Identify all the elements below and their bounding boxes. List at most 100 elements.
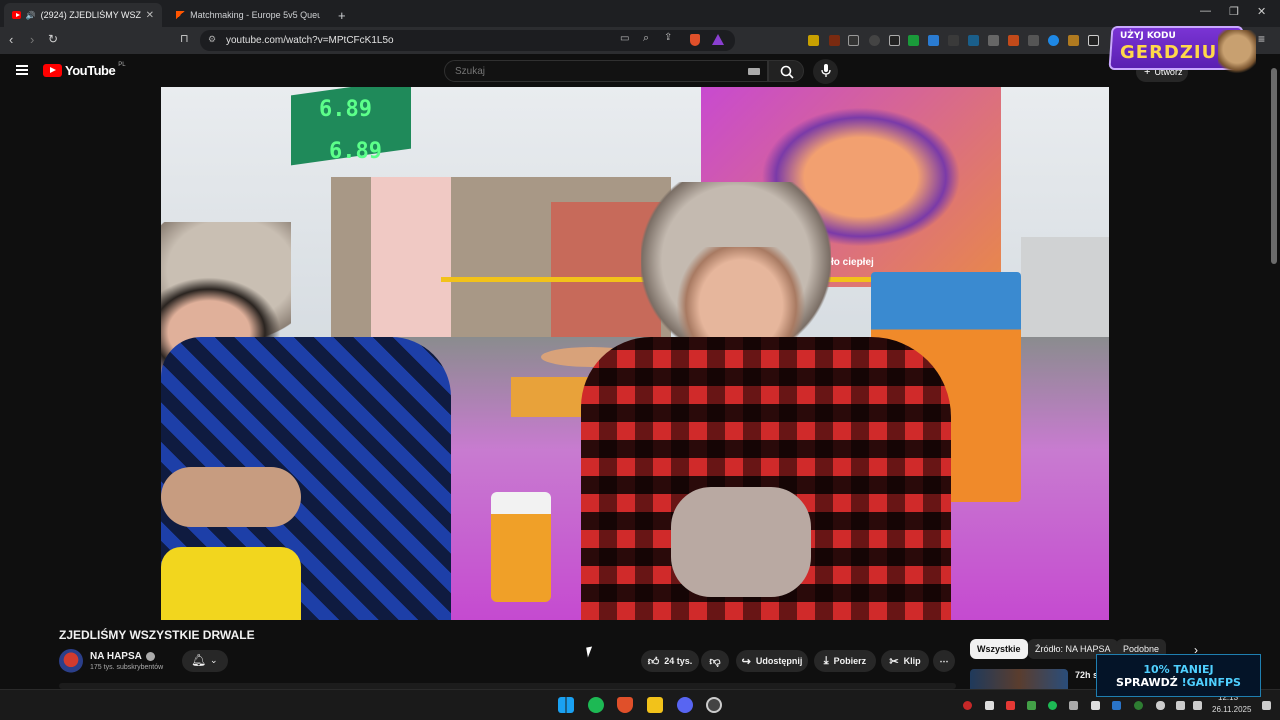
extension-icon[interactable]	[1068, 35, 1079, 46]
url-text: youtube.com/watch?v=MPtCFcK1L5o	[226, 35, 394, 46]
search-button[interactable]	[768, 60, 804, 82]
tray-app-icon[interactable]	[1091, 701, 1100, 710]
mouse-cursor-icon	[586, 646, 594, 658]
spotify-icon[interactable]	[588, 697, 604, 713]
extension-icon[interactable]	[948, 35, 959, 46]
promo-line2: GERDZIU	[1120, 42, 1218, 63]
brave-rewards-icon[interactable]	[712, 34, 724, 45]
browser-menu-icon[interactable]: ≡	[1258, 32, 1265, 46]
extension-icon[interactable]	[908, 35, 919, 46]
extension-icon[interactable]	[1008, 35, 1019, 46]
menu-icon[interactable]	[16, 65, 28, 75]
minimize-icon[interactable]: —	[1200, 5, 1211, 17]
share-page-icon[interactable]: ⇪	[664, 32, 672, 43]
notification-icon[interactable]	[1262, 701, 1271, 710]
bookmark-icon[interactable]: ⊓	[180, 32, 189, 45]
browser-tab-strip: 🔊 (2924) ZJEDLIŚMY WSZYSTKI ✕ Matchmakin…	[0, 0, 1280, 27]
extension-icon[interactable]	[1088, 35, 1099, 46]
share-label: Udostępnij	[755, 656, 803, 666]
zoom-icon[interactable]: ⌕	[643, 32, 649, 45]
tray-microphone-icon[interactable]	[1156, 701, 1165, 710]
forward-icon[interactable]: ›	[30, 32, 34, 47]
clip-button[interactable]: ✂ Klip	[881, 650, 929, 672]
clock-date[interactable]: 26.11.2025	[1212, 705, 1251, 714]
address-bar[interactable]: ⚙ youtube.com/watch?v=MPtCFcK1L5o ▭ ⌕ ⇪	[200, 30, 735, 51]
brave-browser-icon[interactable]	[617, 697, 633, 713]
extension-icon[interactable]	[848, 35, 859, 46]
keyboard-icon[interactable]	[748, 68, 760, 75]
extension-icon[interactable]	[808, 35, 819, 46]
like-button[interactable]: 👍︎ 24 tys.	[641, 650, 699, 672]
promo-prefix: SPRAWDŹ	[1116, 676, 1178, 689]
extension-icon[interactable]	[928, 35, 939, 46]
tray-volume-icon[interactable]	[1193, 701, 1202, 710]
recommendation-title[interactable]: 72h s	[1075, 670, 1098, 680]
tab-label: (2924) ZJEDLIŚMY WSZYSTKI	[40, 10, 141, 20]
gainfps-overlay: 10% TANIEJ SPRAWDŹ !GAINFPS	[1096, 654, 1261, 697]
close-tab-icon[interactable]: ✕	[146, 10, 154, 21]
share-icon: ↪	[741, 655, 751, 668]
search-input[interactable]	[444, 60, 768, 82]
logo-text: YouTube	[65, 63, 116, 78]
tray-app-icon[interactable]	[1134, 701, 1143, 710]
brave-shield-icon[interactable]	[690, 34, 700, 46]
windows-start-icon[interactable]	[558, 697, 574, 713]
youtube-logo[interactable]: YouTube PL	[43, 62, 126, 78]
extension-icon[interactable]	[829, 35, 840, 46]
extension-icon[interactable]	[1028, 35, 1039, 46]
share-button[interactable]: ↪ Udostępnij	[736, 650, 808, 672]
tray-app-icon[interactable]	[963, 701, 972, 710]
video-player[interactable]: 6.89 6.89 ciepło ciepłej	[161, 87, 1109, 620]
reload-icon[interactable]: ↻	[48, 32, 58, 46]
tab-faceit[interactable]: Matchmaking - Europe 5v5 Queue -	[168, 3, 328, 27]
goat-mascot-icon	[1218, 30, 1256, 78]
site-settings-icon[interactable]: ⚙	[208, 34, 216, 45]
download-button[interactable]: ⤓ Pobierz	[814, 650, 876, 672]
tray-steam-icon[interactable]	[1112, 701, 1121, 710]
extension-icon[interactable]	[889, 35, 900, 46]
more-actions-button[interactable]: ⋯	[933, 650, 955, 672]
tab-youtube[interactable]: 🔊 (2924) ZJEDLIŚMY WSZYSTKI ✕	[4, 3, 162, 27]
voice-search-button[interactable]	[813, 59, 838, 84]
download-label: Pobierz	[833, 656, 867, 666]
discord-icon[interactable]	[677, 697, 693, 713]
price-digits-bottom: 6.89	[329, 139, 382, 164]
tray-app-icon[interactable]	[1006, 701, 1015, 710]
notification-bell-button[interactable]: 🔔︎ ⌄	[182, 650, 228, 672]
cast-icon[interactable]: ▭	[620, 33, 629, 44]
extension-icon[interactable]	[968, 35, 979, 46]
extension-icon[interactable]	[869, 35, 880, 46]
close-window-icon[interactable]: ✕	[1257, 5, 1266, 18]
tray-app-icon[interactable]	[985, 701, 994, 710]
tray-spotify-icon[interactable]	[1048, 701, 1057, 710]
scrollbar[interactable]	[1271, 68, 1277, 264]
bell-icon: 🔔︎	[191, 653, 207, 667]
price-digits-top: 6.89	[319, 97, 372, 122]
chip-all[interactable]: Wszystkie	[970, 639, 1028, 659]
drink-cup	[491, 492, 551, 602]
channel-avatar[interactable]	[59, 649, 83, 673]
back-icon[interactable]: ‹	[9, 32, 13, 47]
speaker-icon[interactable]: 🔊	[26, 11, 36, 20]
file-explorer-icon[interactable]	[647, 697, 663, 713]
thumbs-down-icon: 👎︎	[709, 655, 721, 668]
yellow-tray	[161, 547, 301, 620]
recommendation-thumbnail[interactable]	[970, 669, 1068, 689]
faceit-client-icon[interactable]	[706, 697, 722, 713]
dislike-button[interactable]: 👎︎	[701, 650, 729, 672]
maximize-icon[interactable]: ❐	[1229, 5, 1239, 18]
scissors-icon: ✂	[889, 655, 899, 668]
extension-icon[interactable]	[988, 35, 999, 46]
extension-icon[interactable]	[1048, 35, 1059, 46]
discount-text: 10% TANIEJ	[1143, 663, 1214, 676]
clip-label: Klip	[903, 656, 921, 666]
channel-name[interactable]: NA HAPSA	[90, 651, 155, 662]
windows-taskbar: 12:13 26.11.2025	[0, 689, 1280, 720]
tray-app-icon[interactable]	[1069, 701, 1078, 710]
youtube-play-icon	[43, 64, 62, 77]
microphone-icon	[821, 64, 831, 77]
new-tab-button[interactable]: +	[330, 3, 352, 27]
faceit-favicon-icon	[176, 11, 186, 19]
tray-network-icon[interactable]	[1176, 701, 1185, 710]
tray-app-icon[interactable]	[1027, 701, 1036, 710]
